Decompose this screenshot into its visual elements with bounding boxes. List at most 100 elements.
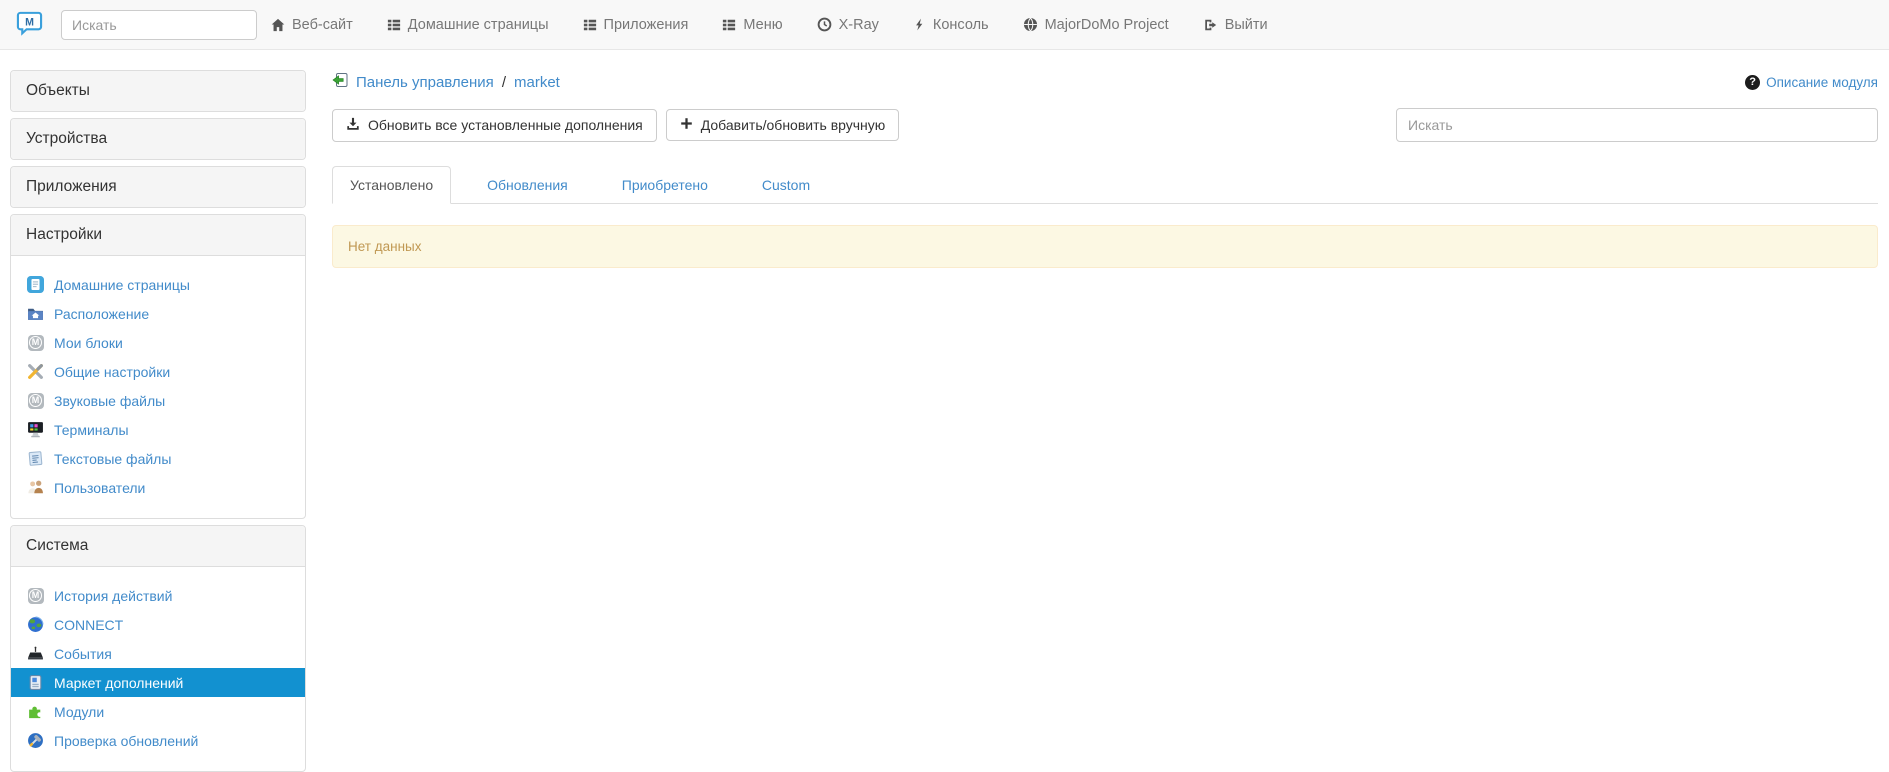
sidebar-item-label: Пользователи	[54, 479, 146, 496]
device-icon	[27, 645, 44, 662]
plus-icon	[680, 117, 693, 133]
clock-icon	[817, 17, 832, 32]
puzzle-icon	[27, 703, 44, 720]
nav-item-label: Консоль	[932, 16, 989, 33]
top-navbar: M Веб-сайт Домашние страницы Приложения	[0, 0, 1889, 50]
sidebar-item-label: События	[54, 645, 112, 662]
sidebar-item-action-history[interactable]: История действий	[11, 581, 305, 610]
help-icon: ?	[1745, 74, 1761, 90]
home-icon	[271, 18, 285, 32]
list-icon	[583, 18, 597, 32]
sidebar-item-home-pages[interactable]: Домашние страницы	[11, 270, 305, 299]
update-check-icon	[27, 732, 44, 749]
sidebar: Объекты Устройства Приложения Настройки …	[10, 70, 306, 772]
update-all-addons-button[interactable]: Обновить все установленные дополнения	[332, 108, 657, 142]
sidebar-section-devices-header[interactable]: Устройства	[11, 119, 305, 159]
sidebar-item-label: Терминалы	[54, 421, 129, 438]
sidebar-item-connect[interactable]: CONNECT	[11, 610, 305, 639]
nav-item-label: Веб-сайт	[292, 16, 353, 33]
nav-item-website[interactable]: Веб-сайт	[271, 17, 353, 33]
tools-icon	[27, 363, 44, 380]
nav-item-label: X-Ray	[838, 16, 879, 33]
majordomo-m-icon	[27, 334, 44, 351]
sidebar-item-sound-files[interactable]: Звуковые файлы	[11, 386, 305, 415]
sidebar-section-applications-header[interactable]: Приложения	[11, 167, 305, 207]
sidebar-item-terminals[interactable]: Терминалы	[11, 415, 305, 444]
majordomo-m-icon	[27, 587, 44, 604]
nav-item-logout[interactable]: Выйти	[1203, 17, 1268, 33]
sidebar-item-update-check[interactable]: Проверка обновлений	[11, 726, 305, 755]
folder-home-icon	[27, 305, 44, 322]
nav-item-applications[interactable]: Приложения	[583, 16, 689, 33]
tab-installed[interactable]: Установлено	[332, 166, 452, 204]
top-nav-links: Веб-сайт Домашние страницы Приложения Ме…	[271, 17, 1302, 33]
bolt-icon	[913, 17, 926, 32]
sidebar-item-market[interactable]: Маркет дополнений	[11, 668, 305, 697]
sidebar-item-label: Домашние страницы	[54, 276, 190, 293]
sidebar-item-location[interactable]: Расположение	[11, 299, 305, 328]
addons-search-input[interactable]	[1396, 108, 1878, 142]
tab-updates[interactable]: Обновления	[469, 166, 586, 204]
sidebar-section-system-header[interactable]: Система	[11, 526, 305, 567]
svg-text:M: M	[25, 16, 34, 28]
module-description-link[interactable]: ? Описание модуля	[1745, 74, 1878, 90]
top-search-input[interactable]	[61, 9, 257, 40]
nav-item-menu[interactable]: Меню	[722, 16, 783, 33]
sidebar-item-label: Звуковые файлы	[54, 392, 166, 409]
users-icon	[27, 479, 44, 496]
nav-item-label: MajorDoMo Project	[1044, 16, 1169, 33]
no-data-alert: Нет данных	[332, 225, 1878, 268]
market-icon	[27, 674, 44, 691]
nav-item-majordomo-project[interactable]: MajorDoMo Project	[1023, 17, 1169, 33]
add-update-manually-button[interactable]: Добавить/обновить вручную	[665, 109, 900, 141]
sidebar-section-settings-body: Домашние страницы Расположение Мои блоки	[11, 256, 305, 518]
breadcrumb: Панель управления / market	[332, 72, 560, 92]
breadcrumb-separator: /	[501, 73, 506, 91]
nav-item-label: Приложения	[603, 16, 689, 33]
nav-item-label: Домашние страницы	[407, 16, 549, 33]
breadcrumb-current-link[interactable]: market	[514, 74, 560, 91]
sidebar-item-modules[interactable]: Модули	[11, 697, 305, 726]
breadcrumb-root-link[interactable]: Панель управления	[356, 74, 494, 91]
earth-icon	[27, 616, 44, 633]
nav-item-xray[interactable]: X-Ray	[817, 17, 879, 33]
nav-item-home-pages[interactable]: Домашние страницы	[387, 17, 549, 33]
sidebar-section-objects-header[interactable]: Объекты	[11, 71, 305, 111]
sidebar-item-label: Модули	[54, 703, 105, 720]
list-icon	[722, 18, 736, 32]
majordomo-m-icon	[27, 392, 44, 409]
sidebar-section-settings-header[interactable]: Настройки	[11, 215, 305, 256]
sidebar-item-users[interactable]: Пользователи	[11, 473, 305, 502]
sidebar-section-settings: Настройки Домашние страницы Расположение	[10, 214, 306, 519]
download-icon	[346, 117, 360, 134]
sidebar-item-my-blocks[interactable]: Мои блоки	[11, 328, 305, 357]
monitor-icon	[27, 421, 44, 438]
sidebar-item-text-files[interactable]: Текстовые файлы	[11, 444, 305, 473]
tab-purchased[interactable]: Приобретено	[604, 166, 726, 204]
globe-icon	[1023, 17, 1038, 32]
document-icon	[27, 276, 44, 293]
sidebar-section-devices: Устройства	[10, 118, 306, 160]
module-description-label: Описание модуля	[1766, 74, 1878, 90]
button-label: Обновить все установленные дополнения	[368, 117, 643, 133]
main-content: Панель управления / market ? Описание мо…	[332, 70, 1878, 268]
module-tabs: Установлено Обновления Приобретено Custo…	[332, 166, 1878, 204]
sidebar-section-system: Система История действий CONNECT Собы	[10, 525, 306, 772]
back-icon[interactable]	[332, 72, 348, 92]
majordomo-logo[interactable]: M	[16, 10, 43, 39]
logout-icon	[1203, 18, 1218, 32]
sidebar-item-general-settings[interactable]: Общие настройки	[11, 357, 305, 386]
sidebar-item-label: Расположение	[54, 305, 150, 322]
sidebar-item-label: CONNECT	[54, 616, 124, 633]
nav-item-label: Выйти	[1224, 16, 1268, 33]
tab-custom[interactable]: Custom	[744, 166, 828, 204]
sidebar-item-label: Маркет дополнений	[54, 674, 184, 691]
sidebar-item-label: История действий	[54, 587, 173, 604]
sidebar-item-label: Мои блоки	[54, 334, 123, 351]
notepad-icon	[27, 450, 44, 467]
sidebar-item-events[interactable]: События	[11, 639, 305, 668]
sidebar-section-system-body: История действий CONNECT События	[11, 567, 305, 771]
sidebar-section-objects: Объекты	[10, 70, 306, 112]
nav-item-label: Меню	[743, 16, 783, 33]
nav-item-console[interactable]: Консоль	[913, 17, 989, 33]
